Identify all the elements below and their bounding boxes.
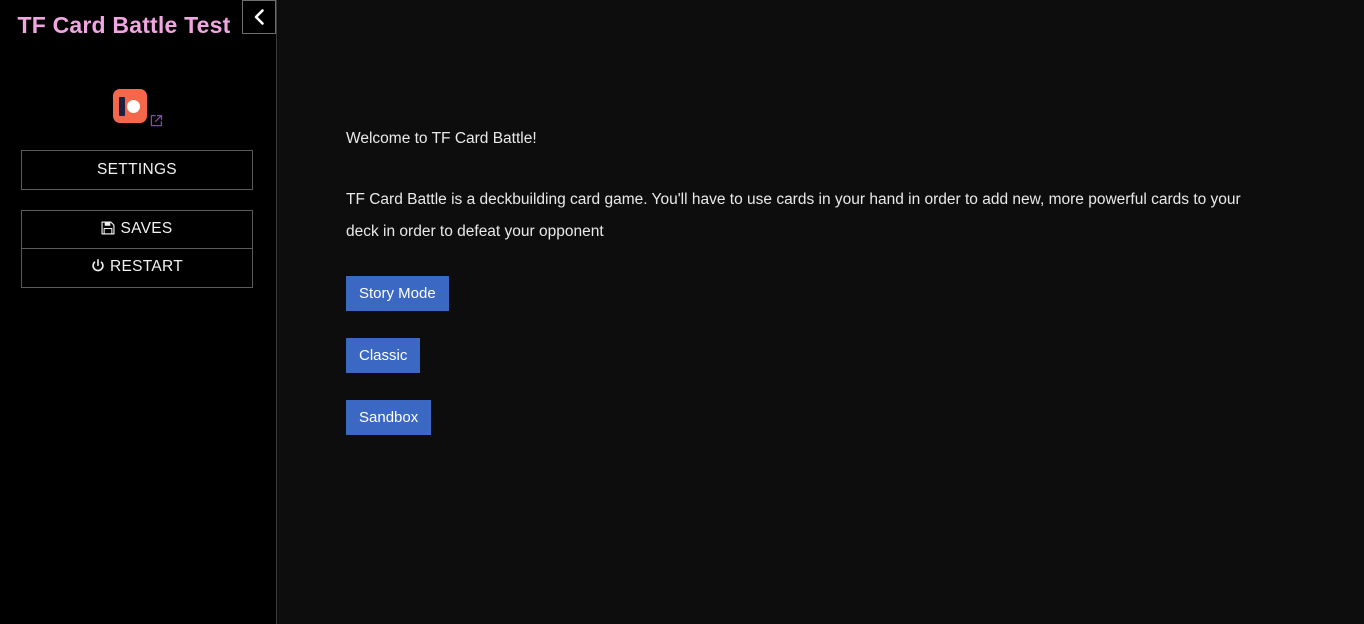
patreon-icon-dot bbox=[127, 99, 140, 113]
sidebar-menu: SETTINGS SAVES RESTART bbox=[21, 150, 253, 288]
sidebar-collapse-button[interactable] bbox=[242, 0, 276, 34]
settings-button[interactable]: SETTINGS bbox=[21, 150, 253, 190]
sandbox-button[interactable]: Sandbox bbox=[346, 400, 432, 435]
main-content: Welcome to TF Card Battle! TF Card Battl… bbox=[277, 0, 1364, 624]
power-icon bbox=[91, 258, 105, 277]
sidebar-menu-group: SAVES RESTART bbox=[21, 209, 253, 288]
welcome-heading: Welcome to TF Card Battle! bbox=[346, 130, 537, 147]
app-title: TF Card Battle Test bbox=[17, 12, 231, 38]
restart-label: RESTART bbox=[109, 258, 183, 275]
mode-button-group: Story Mode Classic Sandbox bbox=[346, 276, 1274, 435]
patreon-link[interactable] bbox=[0, 83, 276, 129]
app-root: TF Card Battle Test SETTINGS SAVES RESTA… bbox=[0, 0, 1364, 624]
saves-label: SAVES bbox=[120, 219, 173, 237]
chevron-left-icon bbox=[253, 8, 266, 26]
external-link-icon bbox=[149, 113, 164, 128]
classic-button[interactable]: Classic bbox=[346, 338, 421, 373]
saves-button[interactable]: SAVES bbox=[22, 210, 252, 249]
restart-button[interactable]: RESTART bbox=[22, 249, 252, 287]
intro-paragraph: TF Card Battle is a deckbuilding card ga… bbox=[346, 191, 1241, 240]
patreon-icon-bar bbox=[119, 96, 125, 116]
story-mode-button[interactable]: Story Mode bbox=[346, 276, 449, 311]
patreon-icon[interactable] bbox=[112, 89, 147, 123]
save-icon bbox=[101, 220, 115, 239]
sidebar: TF Card Battle Test SETTINGS SAVES RESTA… bbox=[0, 0, 277, 624]
